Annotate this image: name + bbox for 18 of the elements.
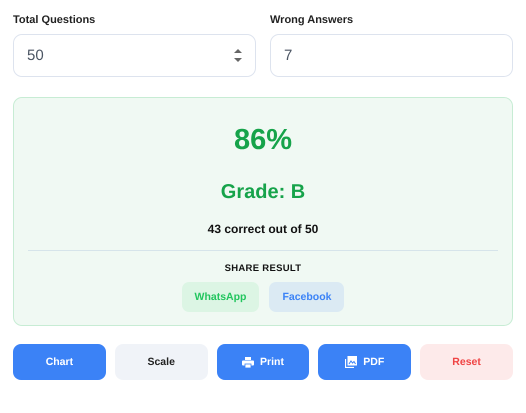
share-button[interactable]: Facebook xyxy=(269,282,344,312)
input-field[interactable]: 7 xyxy=(270,34,513,77)
action-button[interactable]: PDF xyxy=(318,344,412,380)
action-button[interactable]: Reset xyxy=(420,344,513,380)
action-button[interactable]: Print xyxy=(216,344,310,380)
action-button[interactable]: Scale xyxy=(114,344,208,380)
share-button[interactable]: WhatsApp xyxy=(182,282,260,312)
printer-icon xyxy=(242,356,254,368)
field-label: Total Questions xyxy=(13,14,96,26)
score-percent: 86% xyxy=(234,124,292,157)
action-button[interactable]: Chart xyxy=(13,344,106,380)
field-label: Wrong Answers xyxy=(270,14,354,26)
score-summary: 43 correct out of 50 xyxy=(208,222,318,236)
spinner-icon[interactable] xyxy=(234,49,242,62)
share-heading: SHARE RESULT xyxy=(224,263,302,274)
input-field[interactable]: 50 xyxy=(13,34,256,77)
images-icon xyxy=(345,356,358,368)
grade-text: Grade: B xyxy=(220,181,306,204)
